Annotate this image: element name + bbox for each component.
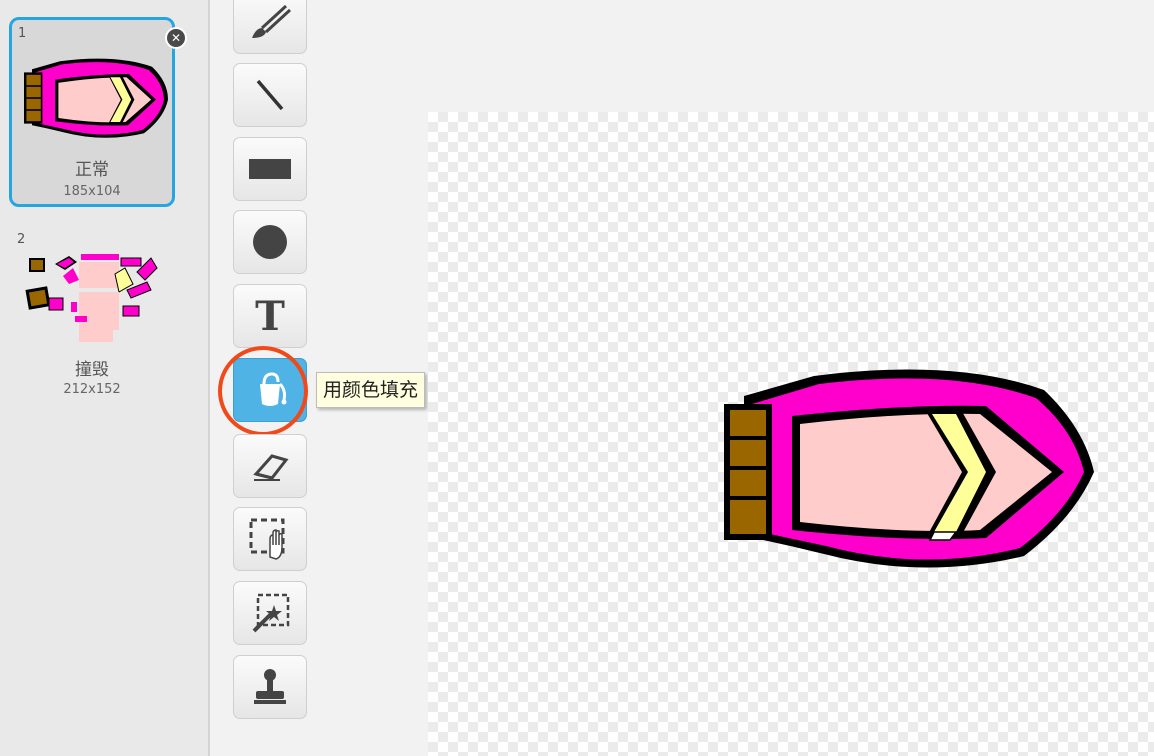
brush-icon <box>252 4 292 38</box>
tool-wand-select[interactable] <box>233 581 307 645</box>
tool-select[interactable] <box>233 507 307 571</box>
costume-thumbnail-boat <box>24 58 168 138</box>
tool-fill[interactable] <box>233 358 307 422</box>
tool-text[interactable]: T <box>233 284 307 348</box>
fill-tool-tooltip: 用颜色填充 <box>316 372 426 408</box>
tool-line[interactable] <box>233 63 307 127</box>
tool-brush[interactable] <box>233 0 307 54</box>
costume-thumbnail-crashed-boat <box>25 254 158 342</box>
paint-canvas[interactable] <box>428 112 1154 756</box>
paint-bucket-icon <box>260 372 287 406</box>
costume-name: 撞毁 <box>75 360 109 380</box>
line-icon <box>256 79 284 111</box>
tool-eraser[interactable] <box>233 434 307 498</box>
costume-list-panel: 1 正常 185x104 ✕ 2 撞毁 212x152 <box>0 0 210 756</box>
stamp-icon <box>254 669 286 704</box>
delete-costume-icon[interactable]: ✕ <box>165 27 187 49</box>
tool-ellipse[interactable] <box>233 210 307 274</box>
boat-drawing[interactable] <box>724 368 1096 580</box>
costume-size: 212x152 <box>63 382 121 397</box>
costume-number: 2 <box>17 232 26 247</box>
rectangle-icon <box>249 159 291 179</box>
costume-name: 正常 <box>75 160 109 180</box>
costume-item-2[interactable]: 2 撞毁 212x152 <box>9 224 175 414</box>
tool-stamp[interactable] <box>233 655 307 719</box>
select-icon <box>249 518 285 560</box>
tool-rectangle[interactable] <box>233 137 307 201</box>
magic-wand-select-icon <box>252 593 290 633</box>
costume-number: 1 <box>18 26 27 41</box>
eraser-icon <box>253 454 289 481</box>
ellipse-icon <box>253 225 287 259</box>
text-icon: T <box>255 292 285 340</box>
costume-size: 185x104 <box>63 184 121 199</box>
costume-item-1[interactable]: 1 正常 185x104 <box>9 17 175 207</box>
